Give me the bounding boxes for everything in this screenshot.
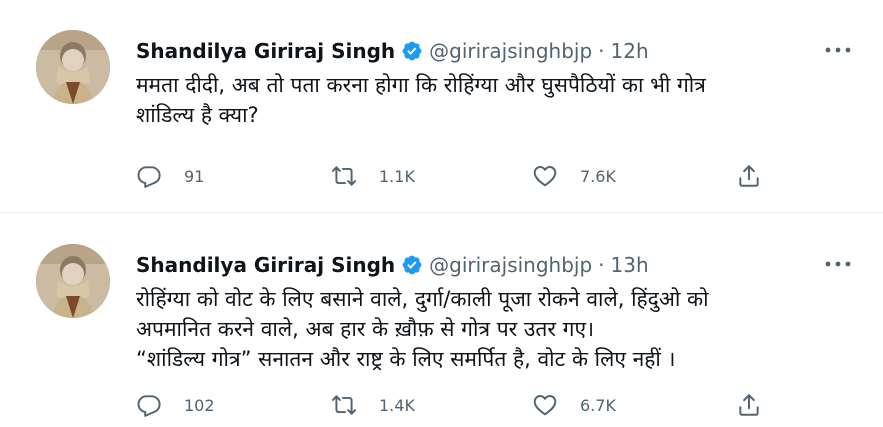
verified-badge-icon [401,40,423,62]
separator-dot: · [598,253,605,277]
author-name[interactable]: Shandilya Giriraj Singh [136,252,395,278]
tweet-time[interactable]: 12h [611,38,649,64]
reply-count: 102 [184,395,215,415]
tweet-text-line: ममता दीदी, अब तो पता करना होगा कि रोहिंग… [136,73,706,97]
tweet-actions: 102 1.4K 6.7K [136,390,776,420]
retweet-button[interactable]: 1.1K [331,161,415,191]
reply-button[interactable]: 91 [136,161,204,191]
reply-icon [136,163,162,189]
avatar-image [36,30,110,104]
retweet-count: 1.4K [379,395,415,415]
share-icon [736,163,762,189]
author-handle[interactable]: @girirajsinghbjp [429,38,592,64]
like-count: 7.6K [580,166,616,186]
tweet-text-line: अपमानित करने वाले, अब हार के ख़ौफ़ से गो… [136,317,595,341]
avatar[interactable] [36,244,110,318]
author-handle[interactable]: @girirajsinghbjp [429,252,592,278]
tweet[interactable]: Shandilya Giriraj Singh @girirajsinghbjp… [0,0,883,213]
share-button[interactable] [736,390,762,420]
like-button[interactable]: 7.6K [532,161,616,191]
tweet-text-line: “शांडिल्य गोत्र” सनातन और राष्ट्र के लिए… [136,347,676,371]
reply-count: 91 [184,166,205,186]
retweet-icon [331,392,357,418]
like-heart-icon [532,163,558,189]
tweet-actions: 91 1.1K 7.6K [136,161,776,191]
more-options-icon[interactable] [823,44,853,56]
separator-dot: · [598,39,605,63]
retweet-count: 1.1K [379,166,415,186]
reply-icon [136,392,162,418]
tweet-text: ममता दीदी, अब तो पता करना होगा कि रोहिंग… [136,70,861,130]
avatar[interactable] [36,30,110,104]
tweet-text: रोहिंग्या को वोट के लिए बसाने वाले, दुर्… [136,284,861,374]
retweet-button[interactable]: 1.4K [331,390,415,420]
more-options-icon[interactable] [823,258,853,270]
author-name[interactable]: Shandilya Giriraj Singh [136,38,395,64]
share-icon [736,392,762,418]
like-button[interactable]: 6.7K [532,390,616,420]
avatar-image [36,244,110,318]
retweet-icon [331,163,357,189]
tweet-header: Shandilya Giriraj Singh @girirajsinghbjp… [136,252,649,278]
share-button[interactable] [736,161,762,191]
tweet-text-line: शांडिल्य है क्या? [136,103,259,127]
tweet-feed: Shandilya Giriraj Singh @girirajsinghbjp… [0,0,883,427]
like-count: 6.7K [580,395,616,415]
tweet[interactable]: Shandilya Giriraj Singh @girirajsinghbjp… [0,214,883,427]
verified-badge-icon [401,254,423,276]
tweet-header: Shandilya Giriraj Singh @girirajsinghbjp… [136,38,649,64]
tweet-time[interactable]: 13h [611,252,649,278]
reply-button[interactable]: 102 [136,390,215,420]
tweet-text-line: रोहिंग्या को वोट के लिए बसाने वाले, दुर्… [136,287,709,311]
like-heart-icon [532,392,558,418]
